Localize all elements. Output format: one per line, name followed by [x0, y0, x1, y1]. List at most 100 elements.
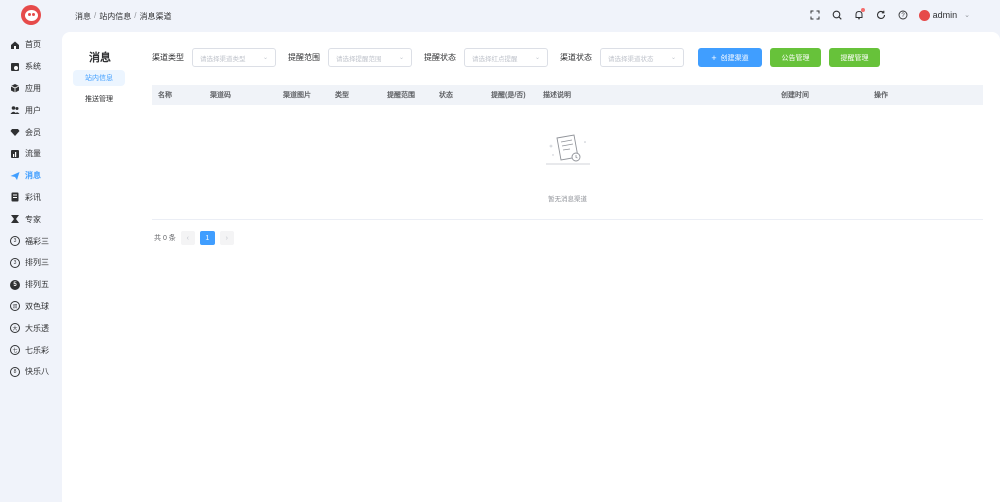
sidebar: 首页 系统 应用 用户 会员 流量 消息 彩讯 专家 3 福彩三 3 排列三 5…: [0, 0, 62, 502]
sidebar-item-experts[interactable]: 专家: [0, 208, 62, 230]
channel-type-label: 渠道类型: [152, 53, 184, 62]
main-panel: 消息 站内信息 推送管理 渠道类型 请选择渠道类型 ⌄ 提醒范围 请选择提醒范围…: [62, 32, 1000, 502]
send-icon: [10, 171, 20, 181]
help-icon[interactable]: ?: [897, 9, 909, 21]
submenu: 站内信息 推送管理: [73, 70, 125, 112]
app-logo[interactable]: [21, 5, 41, 25]
sidebar-item-members[interactable]: 会员: [0, 121, 62, 143]
bell-icon[interactable]: [853, 8, 865, 21]
column-header: 提醒(是/否): [491, 92, 526, 99]
home-icon: [10, 40, 20, 50]
page-number-button[interactable]: 1: [199, 231, 215, 245]
breadcrumb-item[interactable]: 站内信息: [99, 11, 131, 22]
empty-state-text: 暂无消息渠道: [548, 196, 587, 203]
lottery-icon: 3: [10, 236, 20, 247]
user-menu[interactable]: admin ⌄: [918, 9, 970, 21]
next-page-button[interactable]: ›: [219, 231, 234, 245]
sidebar-item-fucai3[interactable]: 3 福彩三: [0, 230, 62, 252]
table-header: 名称 渠道码 渠道图片 类型 提醒范围 状态 提醒(是/否) 描述说明 创建时间…: [152, 85, 983, 105]
pagination: 共 0 条 ‹ 1 ›: [154, 231, 234, 245]
column-header: 状态: [439, 92, 453, 99]
select-placeholder: 请选择渠道状态: [608, 55, 654, 63]
breadcrumb-separator: /: [94, 11, 97, 20]
refresh-icon[interactable]: [875, 9, 887, 21]
sidebar-item-apps[interactable]: 应用: [0, 78, 62, 100]
sidebar-item-users[interactable]: 用户: [0, 99, 62, 121]
header-tools: ? admin ⌄: [809, 8, 970, 21]
sidebar-nav: 首页 系统 应用 用户 会员 流量 消息 彩讯 专家 3 福彩三 3 排列三 5…: [0, 34, 62, 383]
sidebar-item-label: 应用: [25, 83, 41, 93]
lottery-icon: 5: [10, 279, 20, 290]
reminder-scope-label: 提醒范围: [288, 53, 320, 62]
table-empty-state: 暂无消息渠道: [152, 105, 983, 220]
announcement-management-button[interactable]: 公告管理: [770, 48, 821, 67]
channel-status-select[interactable]: 请选择渠道状态 ⌄: [600, 48, 684, 67]
reminder-management-button[interactable]: 提醒管理: [829, 48, 880, 67]
sidebar-item-messages[interactable]: 消息: [0, 165, 62, 187]
prev-page-button[interactable]: ‹: [180, 231, 195, 245]
sidebar-item-label: 七乐彩: [25, 345, 49, 355]
expert-icon: [10, 214, 20, 224]
sidebar-item-news[interactable]: 彩讯: [0, 187, 62, 209]
sidebar-item-label: 消息: [25, 171, 41, 181]
fullscreen-icon[interactable]: [809, 9, 821, 21]
sidebar-item-label: 双色球: [25, 301, 49, 311]
sidebar-item-shuangseqiu[interactable]: 双 双色球: [0, 296, 62, 318]
select-placeholder: 请选择红点提醒: [472, 55, 518, 63]
column-header: 类型: [335, 92, 349, 99]
sidebar-item-daletou[interactable]: 大 大乐透: [0, 317, 62, 339]
column-header: 提醒范围: [387, 92, 415, 99]
sidebar-item-label: 快乐八: [25, 367, 49, 377]
lottery-icon: 3: [10, 257, 20, 268]
column-header: 渠道图片: [283, 92, 311, 99]
breadcrumb: 消息 / 站内信息 / 消息渠道: [75, 11, 171, 22]
search-icon[interactable]: [831, 9, 843, 21]
cube-icon: [10, 83, 20, 93]
button-label: 创建渠道: [720, 54, 749, 62]
sidebar-item-kuaile8[interactable]: 8 快乐八: [0, 361, 62, 383]
sidebar-item-pailie5[interactable]: 5 排列五: [0, 274, 62, 296]
chevron-down-icon: ⌄: [670, 55, 676, 61]
submenu-item-push[interactable]: 推送管理: [73, 91, 125, 107]
column-header: 操作: [874, 92, 888, 99]
notification-dot: [860, 8, 865, 12]
sidebar-item-label: 系统: [25, 62, 41, 72]
system-icon: [10, 62, 20, 72]
column-header: 描述说明: [543, 92, 571, 99]
reminder-status-select[interactable]: 请选择红点提醒 ⌄: [464, 48, 548, 67]
sidebar-item-label: 排列五: [25, 280, 49, 290]
chevron-down-icon: ⌄: [262, 55, 268, 61]
sidebar-item-qilecai[interactable]: 七 七乐彩: [0, 339, 62, 361]
reminder-scope-select[interactable]: 请选择提醒范围 ⌄: [328, 48, 412, 67]
channel-status-label: 渠道状态: [560, 53, 592, 62]
breadcrumb-item: 消息渠道: [139, 12, 172, 21]
sidebar-item-label: 首页: [25, 40, 41, 50]
lottery-icon: 双: [10, 301, 20, 312]
users-icon: [10, 105, 20, 115]
lottery-icon: 七: [10, 345, 20, 356]
sidebar-item-label: 排列三: [25, 258, 49, 268]
sidebar-item-label: 福彩三: [25, 236, 49, 246]
breadcrumb-item[interactable]: 消息: [75, 11, 91, 22]
svg-text:?: ?: [901, 13, 905, 19]
column-header: 渠道码: [210, 92, 231, 99]
sidebar-item-home[interactable]: 首页: [0, 34, 62, 56]
avatar: [918, 9, 930, 21]
sidebar-item-pailie3[interactable]: 3 排列三: [0, 252, 62, 274]
column-header: 创建时间: [781, 92, 809, 99]
sidebar-item-label: 彩讯: [25, 192, 41, 202]
sidebar-item-label: 专家: [25, 214, 41, 224]
channel-type-select[interactable]: 请选择渠道类型 ⌄: [192, 48, 276, 67]
submenu-item-inbox[interactable]: 站内信息: [73, 70, 125, 86]
sidebar-item-label: 会员: [25, 127, 41, 137]
create-channel-button[interactable]: + 创建渠道: [698, 48, 762, 67]
filter-bar: 渠道类型 请选择渠道类型 ⌄ 提醒范围 请选择提醒范围 ⌄ 提醒状态 请选择红点…: [152, 48, 880, 67]
plus-icon: +: [711, 52, 717, 63]
chevron-down-icon: ⌄: [964, 12, 970, 19]
lottery-icon: 8: [10, 366, 20, 377]
sidebar-item-system[interactable]: 系统: [0, 56, 62, 78]
username: admin: [932, 10, 958, 20]
column-header: 名称: [158, 92, 172, 99]
sidebar-item-traffic[interactable]: 流量: [0, 143, 62, 165]
lottery-icon: 大: [10, 323, 20, 334]
